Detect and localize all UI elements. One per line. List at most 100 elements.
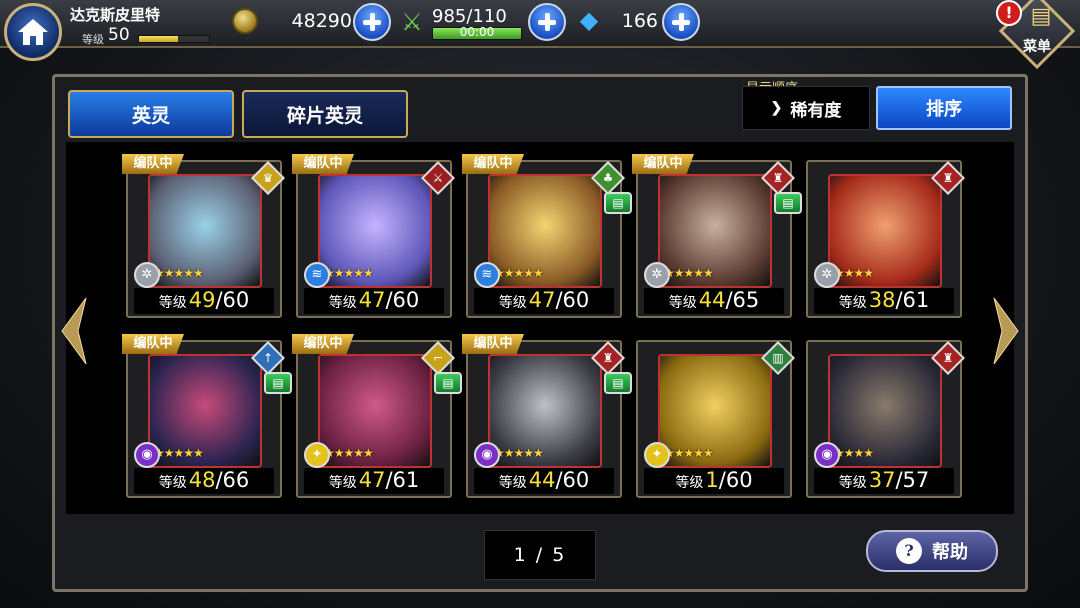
level-label: 等级: [328, 295, 357, 311]
level-current: 44: [698, 288, 726, 312]
arrow-left-icon[interactable]: [58, 296, 88, 366]
in-party-badge: 编队中: [122, 334, 184, 354]
level-max: /60: [718, 468, 753, 492]
hero-level: 等级 47/60: [474, 288, 614, 314]
help-icon: ?: [896, 538, 922, 564]
hero-level: 等级 38/61: [814, 288, 954, 314]
hero-level: 等级 49/60: [134, 288, 274, 314]
level-label: 等级: [158, 475, 187, 491]
rarity-stars: ★★★★★: [664, 446, 714, 460]
hero-card[interactable]: ★★★★★ ✲ ♜ ▤ 编队中 等级 44/65: [632, 154, 802, 318]
rarity-stars: ★★★★★: [664, 266, 714, 280]
level-max: /60: [385, 288, 420, 312]
level-max: /60: [555, 468, 590, 492]
home-icon: [18, 19, 48, 45]
hero-card[interactable]: ★★★★★ ≋ ♣ ▤ 编队中 等级 47/60: [462, 154, 632, 318]
in-party-badge: 编队中: [462, 334, 524, 354]
level-label: 等级: [838, 295, 867, 311]
player-level: 50: [108, 25, 130, 45]
level-current: 37: [868, 468, 896, 492]
chevron-down-icon: ❯: [770, 100, 783, 116]
in-party-badge: 编队中: [292, 154, 354, 174]
level-label: 等级: [838, 475, 867, 491]
light-element-icon: ✦: [304, 442, 330, 468]
in-party-badge: 编队中: [122, 154, 184, 174]
wind-element-icon: ✲: [814, 262, 840, 288]
rarity-stars: ★★★★★: [324, 266, 374, 280]
book-icon: ▤: [604, 372, 632, 394]
alert-icon: !: [996, 0, 1022, 26]
level-max: /61: [385, 468, 420, 492]
hero-card[interactable]: ★★★★ ✲ ♜ 等级 38/61: [806, 160, 965, 318]
hero-card[interactable]: ★★★★★ ◉ ↑ ▤ 编队中 等级 48/66: [122, 334, 292, 498]
hero-card[interactable]: ★★★★★ ◉ ♜ ▤ 编队中 等级 44/60: [462, 334, 632, 498]
water-element-icon: ≋: [474, 262, 500, 288]
in-party-badge: 编队中: [292, 334, 354, 354]
rarity-stars: ★★★★★: [154, 446, 204, 460]
sort-order-dropdown[interactable]: ❯ 稀有度: [742, 86, 870, 130]
book-icon: ▤: [604, 192, 632, 214]
level-current: 44: [528, 468, 556, 492]
level-label: 等级: [158, 295, 187, 311]
rarity-stars: ★★★★★: [494, 266, 544, 280]
level-max: /66: [215, 468, 250, 492]
help-button[interactable]: ? 帮助: [866, 530, 998, 572]
crystal-icon: ◆: [579, 6, 599, 34]
level-current: 1: [705, 468, 719, 492]
in-party-badge: 编队中: [632, 154, 694, 174]
arrow-right-icon[interactable]: [992, 296, 1022, 366]
dark-element-icon: ◉: [814, 442, 840, 468]
page-indicator: 1 / 5: [484, 530, 596, 580]
hero-level: 等级 47/60: [304, 288, 444, 314]
hero-card[interactable]: ★★★★★ ≋ ⚔ 编队中 等级 47/60: [292, 154, 455, 318]
book-icon: ▤: [774, 192, 802, 214]
level-current: 47: [528, 288, 556, 312]
add-gold-button[interactable]: [353, 3, 391, 41]
level-max: /61: [895, 288, 930, 312]
home-button[interactable]: [4, 3, 62, 61]
book-icon: ▤: [434, 372, 462, 394]
gold-amount: 48290: [291, 10, 352, 32]
player-level-label: 等级: [82, 33, 104, 46]
level-label: 等级: [498, 295, 527, 311]
swords-icon: ⚔: [401, 8, 423, 36]
hero-card[interactable]: ★★★★★ ✦ ▥ 等级 1/60: [636, 340, 795, 498]
level-max: /60: [555, 288, 590, 312]
rarity-stars: ★★★★★: [494, 446, 544, 460]
add-stamina-button[interactable]: [528, 3, 566, 41]
level-max: /65: [725, 288, 760, 312]
coin-icon: [232, 8, 258, 34]
level-current: 47: [358, 288, 386, 312]
rarity-stars: ★★★★★: [324, 446, 374, 460]
menu-button[interactable]: ! ▤ 菜单: [996, 0, 1076, 70]
stamina-amount: 985/110: [432, 6, 507, 27]
sort-order-value: 稀有度: [790, 100, 842, 121]
hero-card[interactable]: ★★★★ ◉ ♜ 等级 37/57: [806, 340, 965, 498]
water-element-icon: ≋: [304, 262, 330, 288]
level-current: 47: [358, 468, 386, 492]
level-label: 等级: [328, 475, 357, 491]
wind-element-icon: ✲: [644, 262, 670, 288]
menu-label: 菜单: [1023, 39, 1051, 55]
crystal-amount: 166: [621, 10, 658, 32]
rarity-stars: ★★★★★: [154, 266, 204, 280]
hero-card[interactable]: ★★★★★ ✲ ♛ 编队中 等级 49/60: [122, 154, 285, 318]
level-current: 49: [188, 288, 216, 312]
level-label: 等级: [498, 475, 527, 491]
level-max: /57: [895, 468, 930, 492]
sort-button[interactable]: 排序: [876, 86, 1012, 130]
tab-hero-fragments[interactable]: 碎片英灵: [242, 90, 408, 138]
hero-level: 等级 1/60: [644, 468, 784, 494]
book-icon: ▤: [1030, 4, 1052, 29]
hero-card[interactable]: ★★★★★ ✦ ⌐ ▤ 编队中 等级 47/61: [292, 334, 462, 498]
wind-element-icon: ✲: [134, 262, 160, 288]
level-current: 48: [188, 468, 216, 492]
level-label: 等级: [668, 295, 697, 311]
level-label: 等级: [675, 475, 704, 491]
dark-element-icon: ◉: [134, 442, 160, 468]
add-crystal-button[interactable]: [662, 3, 700, 41]
dark-element-icon: ◉: [474, 442, 500, 468]
xp-bar: [138, 35, 210, 43]
tab-heroes[interactable]: 英灵: [68, 90, 234, 138]
level-current: 38: [868, 288, 896, 312]
